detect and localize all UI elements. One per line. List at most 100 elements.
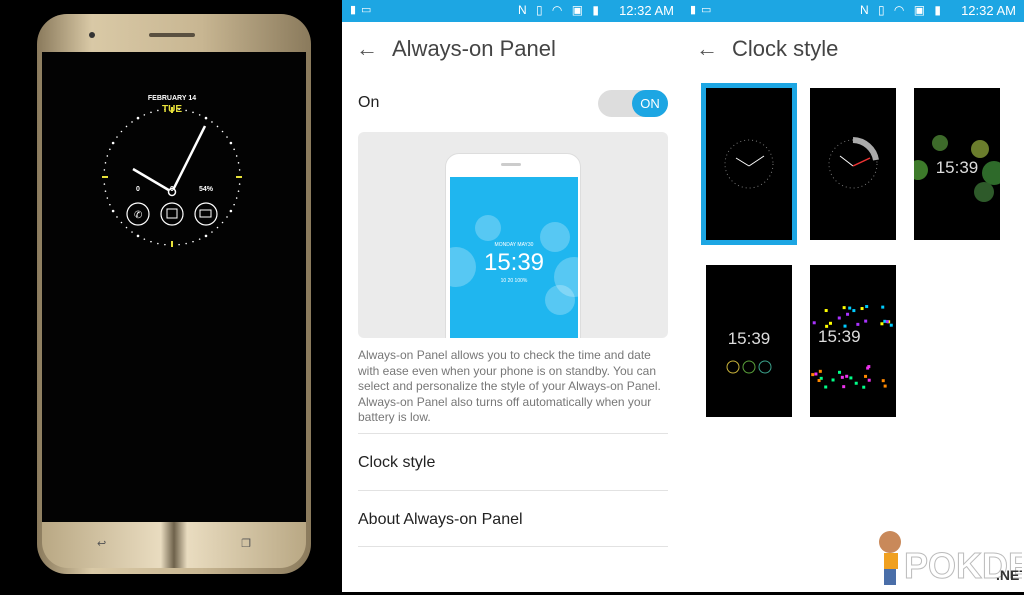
preview-time: 15:39 — [450, 249, 578, 277]
confetti-piece — [841, 376, 844, 379]
clock-tick — [126, 126, 128, 128]
clock-style-screen: ▮▭ N ▯ ◠ ▣ ▮ 12:32 AM ← Clock style 15:3… — [682, 0, 1024, 592]
clock-tick — [230, 142, 233, 145]
clock-style-option-3[interactable]: 15:39 — [914, 88, 1000, 240]
clock-tick — [137, 235, 140, 238]
clock-tick — [205, 235, 208, 238]
clock-tick — [236, 197, 238, 199]
clock-tick — [104, 183, 106, 185]
app-bar: ← Always-on Panel — [356, 36, 556, 62]
status-icons: N ▯ ◠ ▣ ▮ — [860, 3, 944, 17]
clock-tick — [107, 197, 109, 199]
clock-tick — [121, 222, 123, 224]
confetti-piece — [829, 322, 832, 325]
clock-tick — [109, 204, 111, 206]
clock-tick — [199, 238, 201, 240]
toggle-label: On — [358, 94, 379, 112]
clock-style-item[interactable]: Clock style — [358, 433, 668, 490]
svg-text:.NET: .NET — [996, 567, 1022, 583]
clock-style-time: 15:39 — [818, 327, 861, 347]
clock-tick — [112, 210, 115, 213]
confetti-piece — [818, 379, 821, 382]
clock-tick — [105, 162, 107, 164]
confetti-piece — [866, 367, 869, 370]
clock-style-option-2[interactable] — [810, 88, 896, 240]
preview-date: MONDAY MAY30 — [450, 242, 578, 248]
speaker-grille — [149, 33, 195, 37]
clock-date: FEBRUARY 14 — [97, 95, 247, 102]
clock-tick — [150, 241, 152, 243]
clock-style-option-5[interactable]: 15:39 — [810, 265, 896, 417]
clock-tick — [192, 241, 194, 243]
confetti-piece — [868, 379, 871, 382]
analog-clock: ✆ — [97, 102, 247, 252]
back-arrow-icon[interactable]: ← — [696, 36, 718, 62]
preview-screen: MONDAY MAY30 15:39 10 20 100% — [450, 177, 578, 338]
clock-tick — [164, 244, 166, 246]
confetti-piece — [842, 385, 845, 388]
clock-day: TUE — [97, 104, 247, 115]
confetti-piece — [886, 320, 889, 323]
back-key-icon: ↩ — [97, 537, 106, 550]
confetti-piece — [825, 309, 828, 312]
clock-tick — [230, 210, 233, 213]
confetti-piece — [865, 305, 868, 308]
notification-icons: ▮▭ — [690, 3, 716, 16]
confetti-piece — [856, 323, 859, 326]
notification-icons: ▮▭ — [350, 3, 376, 16]
clock-tick — [226, 216, 228, 218]
confetti-piece — [864, 375, 867, 378]
clock-tick — [131, 231, 133, 233]
confetti-piece — [881, 306, 884, 309]
clock-style-option-4[interactable]: 15:39 — [706, 265, 792, 417]
clock-style-time: 15:39 — [914, 158, 1000, 178]
clock-tick — [104, 169, 106, 171]
clock-tick — [238, 190, 240, 192]
confetti-piece — [832, 378, 835, 381]
clock-style-time: 15:39 — [706, 329, 792, 349]
clock-tick — [211, 231, 213, 233]
app-bar: ← Clock style — [696, 36, 838, 62]
clock-tick — [239, 183, 241, 185]
clock-tick — [236, 155, 238, 157]
battery-icon — [195, 203, 217, 225]
clock-tick — [112, 142, 115, 145]
always-on-panel-screen: ▮▭ N ▯ ◠ ▣ ▮ 12:32 AM ← Always-on Panel … — [342, 0, 682, 592]
phone-screen: ✆ FEBRUARY 14 TUE 0 0 54% — [42, 52, 306, 522]
battery-level: 54% — [192, 186, 220, 193]
clock-tick — [121, 131, 123, 133]
calls-count: 0 — [128, 186, 148, 193]
clock-tick — [222, 131, 224, 133]
svg-text:✆: ✆ — [134, 210, 142, 221]
confetti-piece — [813, 321, 816, 324]
confetti-piece — [884, 385, 887, 388]
message-icon — [161, 203, 183, 225]
status-time: 12:32 AM — [961, 3, 1016, 18]
confetti-piece — [811, 373, 814, 376]
confetti-piece — [890, 324, 893, 327]
preview-illustration: MONDAY MAY30 15:39 10 20 100% — [358, 132, 668, 338]
back-arrow-icon[interactable]: ← — [356, 36, 378, 62]
description-text: Always-on Panel allows you to check the … — [358, 348, 670, 426]
clock-tick — [226, 136, 228, 138]
always-on-toggle[interactable]: ON — [598, 90, 668, 117]
status-bar: ▮▭ N ▯ ◠ ▣ ▮ 12:32 AM — [682, 0, 1024, 22]
confetti-piece — [882, 379, 885, 382]
confetti-piece — [845, 375, 848, 378]
phone-device: ✆ FEBRUARY 14 TUE 0 0 54% ↩ ❐ — [37, 14, 311, 574]
confetti-piece — [852, 309, 855, 312]
about-always-on-item[interactable]: About Always-on Panel — [358, 490, 668, 547]
clock-tick — [211, 121, 213, 123]
confetti-piece — [848, 307, 851, 310]
clock-tick — [126, 227, 128, 229]
clock-tick — [137, 117, 140, 120]
clock-tick — [233, 149, 235, 151]
clock-tick — [107, 155, 109, 157]
confetti-piece — [824, 386, 827, 389]
clock-tick — [144, 238, 146, 240]
clock-style-option-1[interactable] — [706, 88, 792, 240]
clock-tick — [116, 136, 118, 138]
confetti-piece — [855, 382, 858, 385]
toggle-knob: ON — [632, 90, 668, 117]
confetti-piece — [861, 307, 864, 310]
